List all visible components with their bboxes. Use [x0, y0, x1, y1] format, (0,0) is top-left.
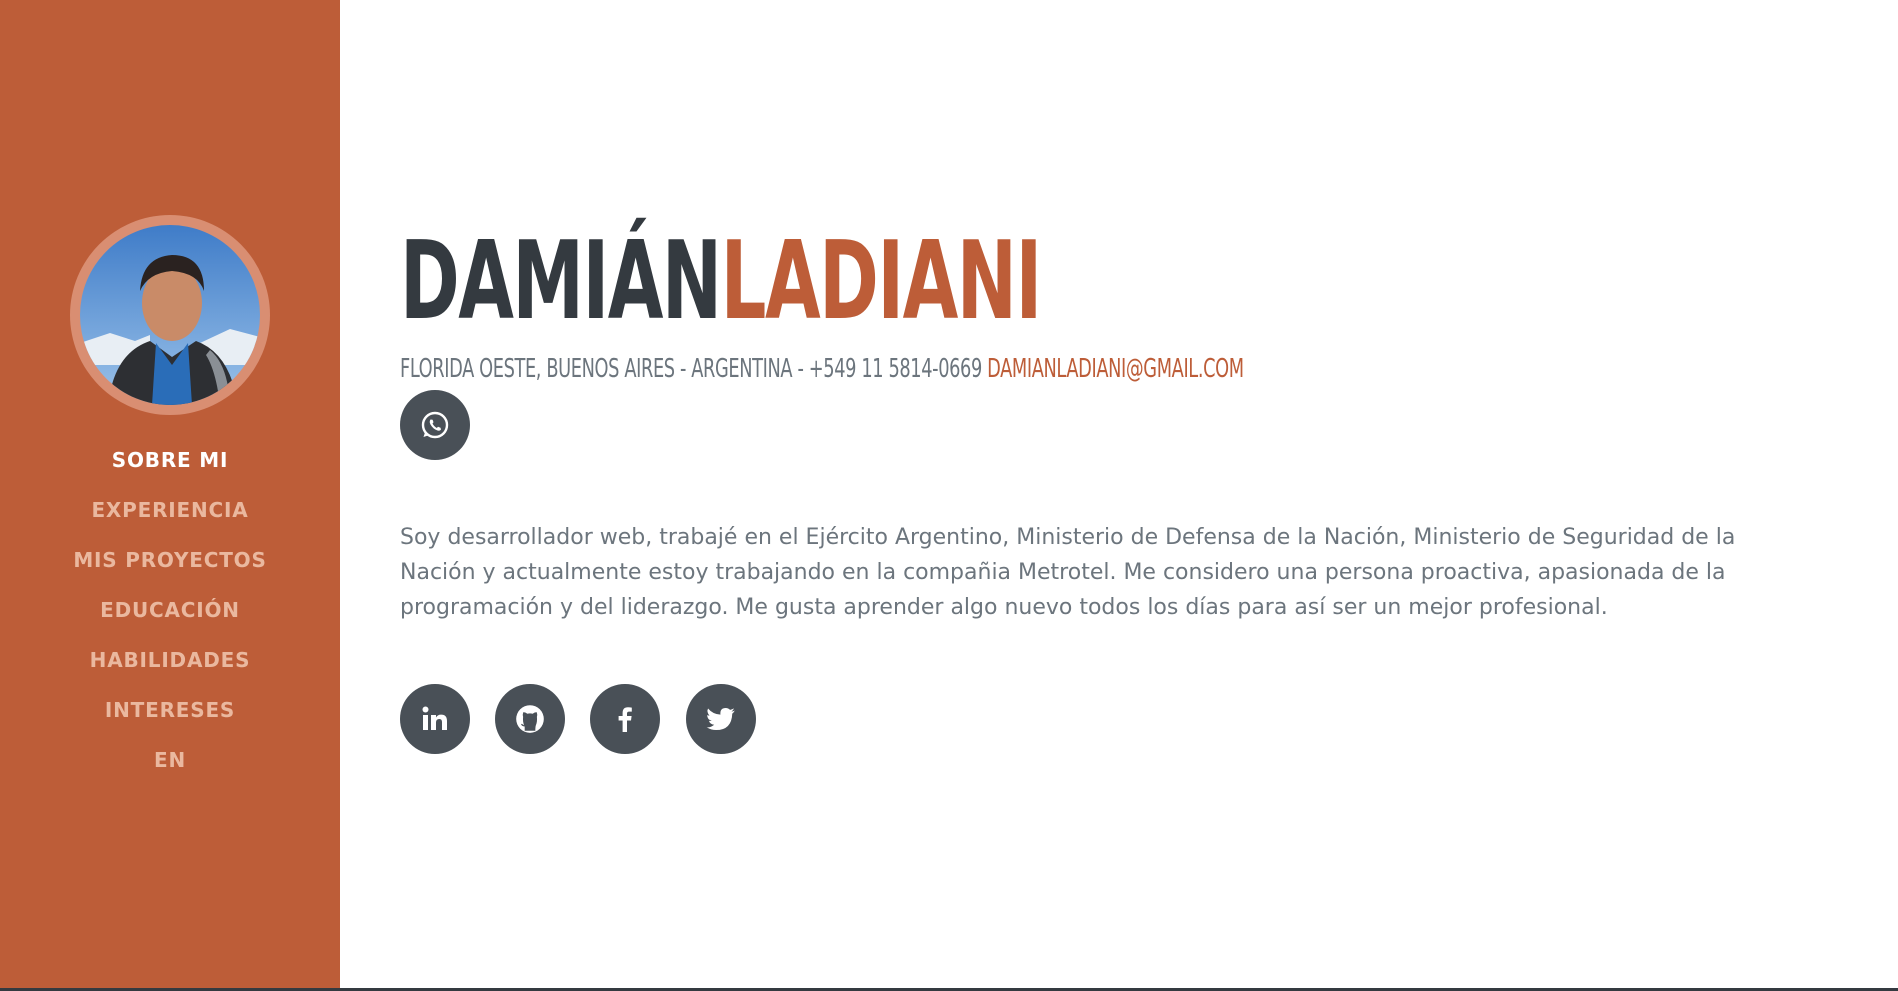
- nav-item-sobre-mi[interactable]: SOBRE MI: [0, 440, 340, 490]
- last-name: LADIANI: [720, 219, 1043, 344]
- twitter-button[interactable]: [686, 684, 756, 754]
- whatsapp-button[interactable]: [400, 390, 470, 460]
- main-content: DAMIÁNLADIANI FLORIDA OESTE, BUENOS AIRE…: [400, 0, 1860, 991]
- language-toggle-en[interactable]: EN: [0, 740, 340, 790]
- linkedin-button[interactable]: [400, 684, 470, 754]
- sidebar: SOBRE MI EXPERIENCIA MIS PROYECTOS EDUCA…: [0, 0, 340, 991]
- facebook-button[interactable]: [590, 684, 660, 754]
- nav-item-mis-proyectos[interactable]: MIS PROYECTOS: [0, 540, 340, 590]
- avatar-ring: [70, 215, 270, 415]
- nav-item-experiencia[interactable]: EXPERIENCIA: [0, 490, 340, 540]
- first-name: DAMIÁN: [400, 219, 722, 344]
- page-title: DAMIÁNLADIANI: [400, 219, 1043, 344]
- github-icon: [516, 705, 544, 733]
- avatar: [80, 225, 260, 405]
- nav-item-habilidades[interactable]: HABILIDADES: [0, 640, 340, 690]
- contact-subheading: FLORIDA OESTE, BUENOS AIRES - ARGENTINA …: [400, 352, 1244, 386]
- email-link[interactable]: DAMIANLADIANI@GMAIL.COM: [987, 354, 1244, 384]
- facebook-icon: [618, 707, 632, 732]
- linkedin-icon: [422, 706, 447, 730]
- bio-text: Soy desarrollador web, trabajé en el Ejé…: [400, 525, 1736, 620]
- nav-item-educacion[interactable]: EDUCACIÓN: [0, 590, 340, 640]
- github-button[interactable]: [495, 684, 565, 754]
- twitter-icon: [706, 707, 735, 731]
- nav-item-intereses[interactable]: INTERESES: [0, 690, 340, 740]
- location-phone-text: FLORIDA OESTE, BUENOS AIRES - ARGENTINA …: [400, 354, 982, 384]
- whatsapp-icon: [421, 411, 449, 439]
- sidebar-nav: SOBRE MI EXPERIENCIA MIS PROYECTOS EDUCA…: [0, 440, 340, 790]
